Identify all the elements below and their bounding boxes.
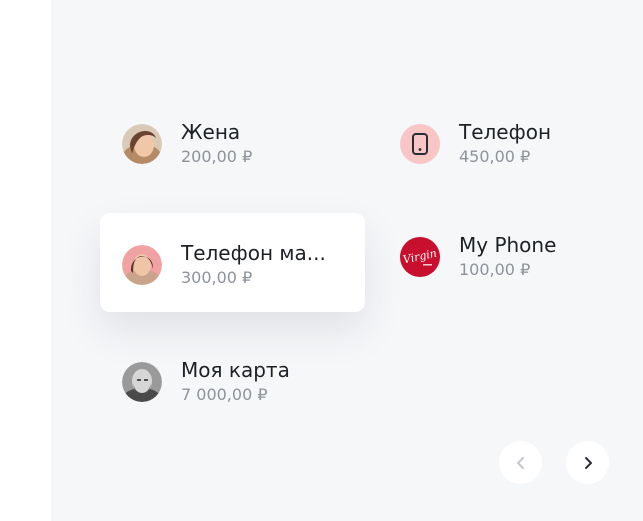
contact-amount: 100,00 ₽: [459, 260, 531, 279]
contact-name: Моя карта: [181, 358, 290, 382]
contact-amount: 300,00 ₽: [181, 268, 253, 287]
avatar: [122, 244, 162, 285]
contact-amount: 200,00 ₽: [181, 147, 253, 166]
contact-item-my-phone[interactable]: Virgin My Phone 100,00 ₽: [400, 232, 556, 281]
chevron-left-icon: [516, 456, 524, 469]
contact-item-my-card[interactable]: Моя карта 7 000,00 ₽: [122, 357, 290, 406]
virgin-logo-icon: Virgin: [400, 236, 440, 277]
contact-name: Телефон: [459, 120, 552, 144]
contact-amount: 7 000,00 ₽: [181, 385, 268, 404]
avatar: [122, 361, 162, 402]
chevron-right-icon: [584, 456, 592, 469]
avatar: [122, 123, 162, 164]
contact-item-phone[interactable]: Телефон 450,00 ₽: [400, 119, 551, 168]
prev-button[interactable]: [499, 441, 542, 484]
contact-name: Жена: [181, 120, 241, 144]
phone-icon: [400, 123, 440, 164]
next-button[interactable]: [566, 441, 609, 484]
contact-amount: 450,00 ₽: [459, 147, 531, 166]
contact-item-mom-phone[interactable]: Телефон ма... 300,00 ₽: [122, 240, 326, 289]
contact-item-wife[interactable]: Жена 200,00 ₽: [122, 119, 252, 168]
svg-text:Virgin: Virgin: [402, 246, 438, 266]
contact-name: Телефон ма...: [181, 241, 326, 265]
contact-name: My Phone: [459, 233, 557, 257]
